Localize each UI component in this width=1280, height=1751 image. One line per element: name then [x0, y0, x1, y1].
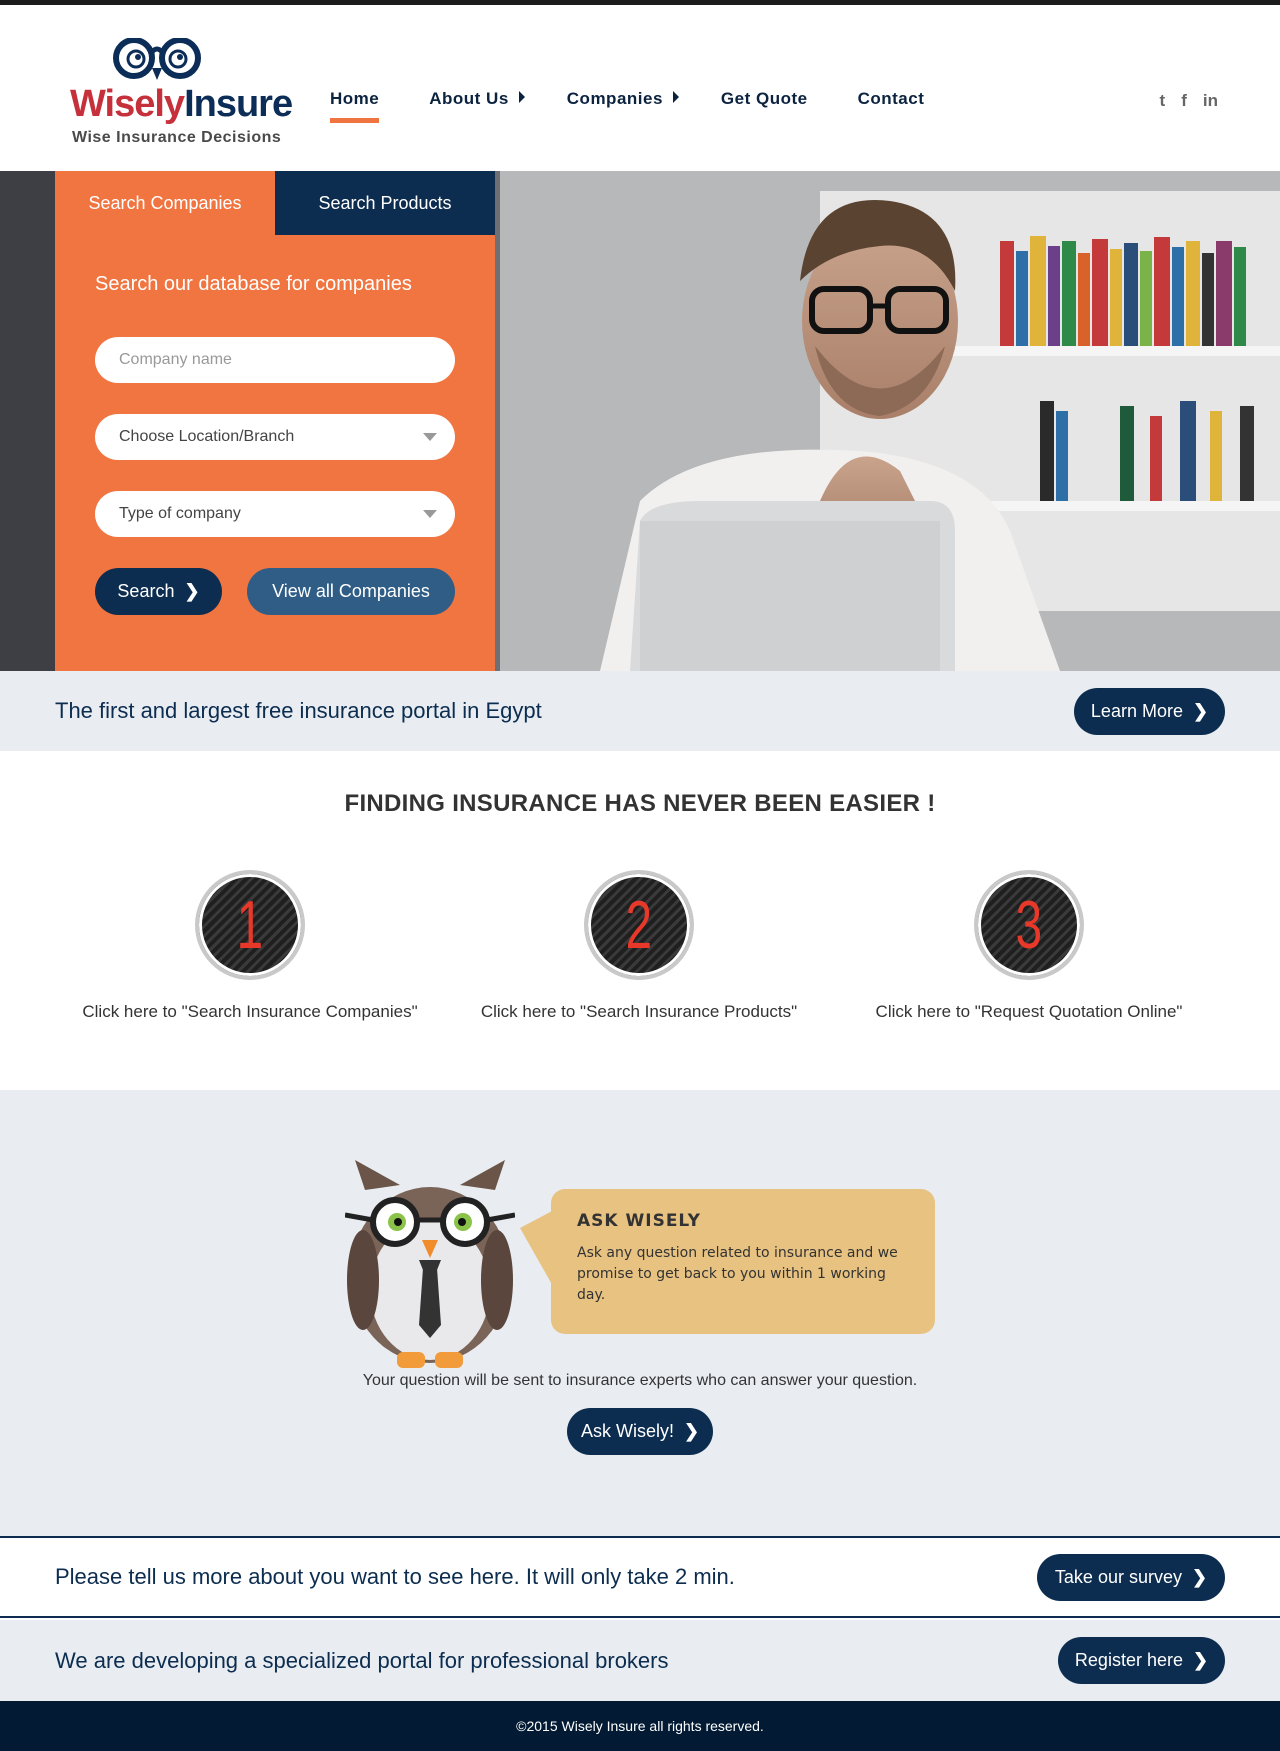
caret-right-icon: [518, 91, 525, 103]
step-2-badge: 2: [584, 870, 694, 980]
steps-title: FINDING INSURANCE HAS NEVER BEEN EASIER …: [344, 790, 936, 817]
search-button[interactable]: Search ❯: [95, 568, 222, 615]
linkedin-icon[interactable]: in: [1203, 91, 1218, 111]
tab-search-products[interactable]: Search Products: [275, 171, 495, 235]
facebook-icon[interactable]: f: [1181, 91, 1187, 111]
step-search-products[interactable]: 2 Click here to "Search Insurance Produc…: [439, 870, 839, 1022]
step-label: Click here to "Request Quotation Online": [875, 1002, 1183, 1021]
register-label: Register here: [1074, 1650, 1183, 1670]
logo-tagline: Wise Insurance Decisions: [72, 129, 282, 146]
nav-get-quote[interactable]: Get Quote: [721, 89, 808, 109]
nav-companies-label: Companies: [566, 89, 663, 108]
survey-text: Please tell us more about you want to se…: [55, 1564, 735, 1589]
portal-banner: The first and largest free insurance por…: [0, 671, 1280, 751]
ask-wisely-button[interactable]: Ask Wisely! ❯: [567, 1408, 713, 1455]
speech-bubble-tail: [520, 1210, 554, 1288]
logo-wordmark: WiselyInsure: [70, 83, 293, 126]
view-all-companies-button[interactable]: View all Companies: [247, 568, 455, 615]
location-select-value: Choose Location/Branch: [119, 428, 295, 445]
nav-get-quote-label: Get Quote: [720, 89, 808, 108]
register-button[interactable]: Register here ❯: [1058, 1637, 1225, 1684]
nav-home-label: Home: [330, 89, 380, 108]
search-panel-heading: Search our database for companies: [95, 273, 412, 295]
ask-wisely-section: ASK WISELY Ask any question related to i…: [0, 1090, 1280, 1537]
tab-search-companies[interactable]: Search Companies: [55, 171, 275, 235]
owl-glasses-logo-icon: [113, 38, 201, 80]
learn-more-label: Learn More: [1090, 700, 1183, 721]
ask-wisely-title: ASK WISELY: [577, 1211, 701, 1231]
survey-banner: Please tell us more about you want to se…: [0, 1536, 1280, 1618]
search-button-label: Search: [117, 581, 175, 601]
nav-contact[interactable]: Contact: [858, 89, 925, 109]
step-request-quotation[interactable]: 3 Click here to "Request Quotation Onlin…: [829, 870, 1229, 1022]
ask-wisely-text: Ask any question related to insurance an…: [577, 1245, 898, 1303]
step-number: 1: [236, 887, 264, 963]
portal-banner-text: The first and largest free insurance por…: [55, 698, 542, 723]
ask-wisely-note: Your question will be sent to insurance …: [362, 1372, 918, 1389]
chevron-right-icon: ❯: [683, 1421, 700, 1441]
company-name-input[interactable]: [119, 351, 431, 369]
location-select[interactable]: Choose Location/Branch: [95, 414, 455, 460]
company-type-select[interactable]: Type of company: [95, 491, 455, 537]
step-label: Click here to "Search Insurance Companie…: [82, 1002, 418, 1021]
twitter-icon[interactable]: t: [1160, 91, 1166, 111]
take-survey-button[interactable]: Take our survey ❯: [1037, 1553, 1225, 1601]
logo-word-insure: Insure: [184, 83, 293, 125]
learn-more-button[interactable]: Learn More ❯: [1074, 687, 1225, 735]
dropdown-arrow-icon: [423, 433, 437, 441]
search-tabs: Search Companies Search Products: [55, 171, 495, 235]
dropdown-arrow-icon: [423, 510, 437, 518]
chevron-right-icon: ❯: [1191, 1566, 1208, 1587]
hero-section: Search Companies Search Products Search …: [0, 171, 1280, 671]
brokers-banner: We are developing a specialized portal f…: [0, 1620, 1280, 1701]
step-1-badge: 1: [195, 870, 305, 980]
site-logo[interactable]: WiselyInsure Wise Insurance Decisions: [70, 35, 293, 150]
main-nav: Home About Us Companies Get Quote Contac…: [330, 89, 974, 123]
chevron-right-icon: ❯: [1192, 700, 1209, 721]
nav-about-us[interactable]: About Us: [429, 89, 525, 109]
step-3-badge: 3: [974, 870, 1084, 980]
chevron-right-icon: ❯: [1192, 1650, 1209, 1670]
nav-about-label: About Us: [429, 89, 509, 108]
step-number: 3: [1015, 887, 1043, 963]
step-search-companies[interactable]: 1 Click here to "Search Insurance Compan…: [50, 870, 450, 1022]
company-name-field[interactable]: [95, 337, 455, 383]
site-header: WiselyInsure Wise Insurance Decisions Ho…: [0, 5, 1280, 171]
nav-home[interactable]: Home: [330, 89, 380, 123]
social-links: t f in: [1160, 91, 1218, 111]
ask-wisely-button-label: Ask Wisely!: [580, 1421, 674, 1441]
logo-word-wisely: Wisely: [70, 83, 185, 125]
chevron-right-icon: ❯: [184, 581, 200, 601]
company-type-select-value: Type of company: [119, 505, 241, 522]
brokers-text: We are developing a specialized portal f…: [55, 1647, 669, 1673]
copyright-text: ©2015 Wisely Insure all rights reserved.: [516, 1718, 764, 1734]
step-number: 2: [625, 887, 653, 963]
nav-companies[interactable]: Companies: [567, 89, 679, 109]
take-survey-label: Take our survey: [1054, 1566, 1182, 1587]
ask-wisely-bubble: ASK WISELY Ask any question related to i…: [551, 1189, 935, 1334]
caret-right-icon: [672, 91, 679, 103]
nav-contact-label: Contact: [857, 89, 925, 108]
site-footer: ©2015 Wisely Insure all rights reserved.: [0, 1701, 1280, 1751]
owl-mascot-icon: [345, 1160, 515, 1368]
step-label: Click here to "Search Insurance Products…: [480, 1002, 798, 1021]
search-panel: Search Companies Search Products Search …: [55, 171, 495, 671]
